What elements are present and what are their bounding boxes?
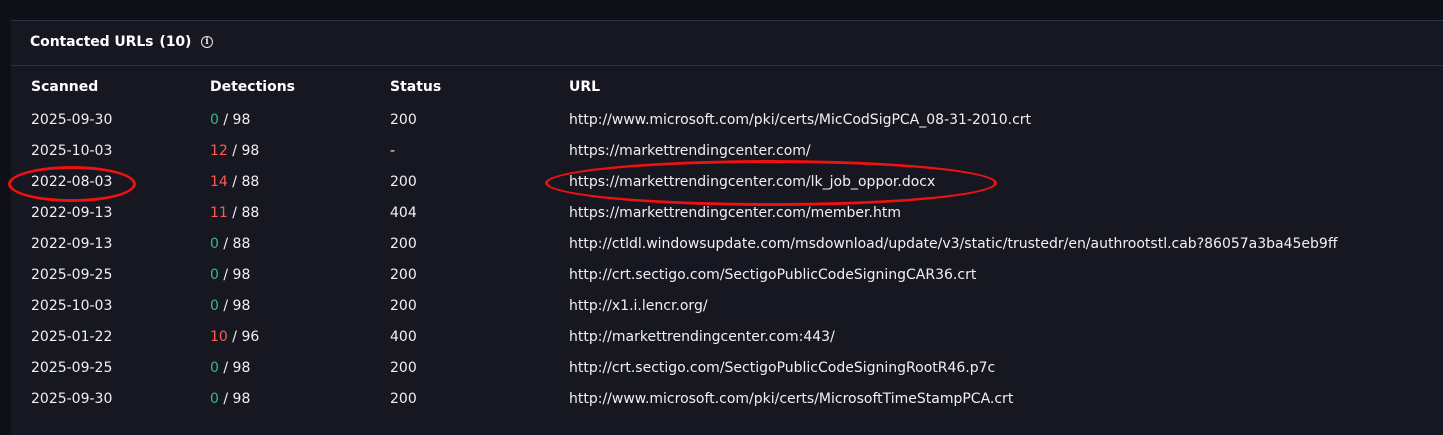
status-code: - xyxy=(390,143,396,159)
url-link[interactable]: https://markettrendingcenter.com/member.… xyxy=(569,205,901,221)
scanned-date: 2022-09-13 xyxy=(31,205,113,221)
detections[interactable]: 0 / 98 xyxy=(210,267,250,283)
status-code: 200 xyxy=(390,267,417,283)
detections-total: / 98 xyxy=(218,298,251,314)
detections-count: 10 xyxy=(210,329,228,345)
detections[interactable]: 0 / 98 xyxy=(210,112,250,128)
scanned-date: 2025-10-03 xyxy=(31,143,113,159)
contacted-urls-panel: Contacted URLs (10) i Scanned Detections … xyxy=(8,21,1443,435)
table-row[interactable]: 2022-09-13 0 / 88 200 http://ctldl.windowsu… xyxy=(11,229,1443,260)
scanned-date: 2025-10-03 xyxy=(31,298,113,314)
url-link[interactable]: http://www.microsoft.com/pki/certs/MicCo… xyxy=(569,112,1031,128)
table-row[interactable]: 2025-09-25 0 / 98 200 http://crt.sectigo.co… xyxy=(11,353,1443,384)
page: Contacted URLs (10) i Scanned Detections … xyxy=(0,0,1443,435)
panel-header: Contacted URLs (10) i xyxy=(11,21,1443,66)
status-code: 200 xyxy=(390,236,417,252)
scanned-date: 2025-09-30 xyxy=(31,112,113,128)
status-code: 200 xyxy=(390,391,417,407)
detections-count: 0 xyxy=(210,391,219,407)
column-header-status[interactable]: Status xyxy=(390,79,441,95)
detections-count: 0 xyxy=(210,298,219,314)
table-row[interactable]: 2022-08-03 14 / 88 200 https://markettrendi… xyxy=(11,167,1443,198)
detections-count: 0 xyxy=(210,112,219,128)
detections[interactable]: 11 / 88 xyxy=(210,205,259,221)
detections[interactable]: 14 / 88 xyxy=(210,174,259,190)
scanned-date: 2025-01-22 xyxy=(31,329,113,345)
detections-total: / 98 xyxy=(218,112,251,128)
scanned-date: 2022-09-13 xyxy=(31,236,113,252)
detections[interactable]: 0 / 98 xyxy=(210,391,250,407)
info-icon[interactable]: i xyxy=(201,36,213,48)
column-header-scanned[interactable]: Scanned xyxy=(31,79,98,95)
detections[interactable]: 0 / 88 xyxy=(210,236,250,252)
table-row[interactable]: 2025-01-22 10 / 96 400 http://markettrendin… xyxy=(11,322,1443,353)
status-code: 200 xyxy=(390,112,417,128)
status-code: 200 xyxy=(390,360,417,376)
detections-count: 14 xyxy=(210,174,228,190)
url-link[interactable]: http://crt.sectigo.com/SectigoPublicCode… xyxy=(569,267,976,283)
detections-total: / 98 xyxy=(227,143,260,159)
detections-count: 0 xyxy=(210,267,219,283)
detections-count: 11 xyxy=(210,205,228,221)
detections-total: / 88 xyxy=(218,236,251,252)
table-row[interactable]: 2025-09-30 0 / 98 200 http://www.microsoft.… xyxy=(11,384,1443,415)
section-count: (10) xyxy=(159,34,192,50)
detections-count: 0 xyxy=(210,360,219,376)
url-link[interactable]: https://markettrendingcenter.com/lk_job_… xyxy=(569,174,935,190)
url-link[interactable]: http://crt.sectigo.com/SectigoPublicCode… xyxy=(569,360,995,376)
url-link[interactable]: http://www.microsoft.com/pki/certs/Micro… xyxy=(569,391,1013,407)
url-link[interactable]: http://x1.i.lencr.org/ xyxy=(569,298,708,314)
table-row[interactable]: 2025-09-25 0 / 98 200 http://crt.sectigo.co… xyxy=(11,260,1443,291)
section-title: Contacted URLs (10) xyxy=(30,34,191,50)
detections[interactable]: 10 / 96 xyxy=(210,329,259,345)
detections[interactable]: 0 / 98 xyxy=(210,298,250,314)
detections-total: / 88 xyxy=(227,205,260,221)
status-code: 404 xyxy=(390,205,417,221)
detections-total: / 88 xyxy=(227,174,260,190)
detections-total: / 98 xyxy=(218,360,251,376)
section-title-label: Contacted URLs xyxy=(30,34,154,50)
table-row[interactable]: 2025-10-03 0 / 98 200 http://x1.i.lencr.org… xyxy=(11,291,1443,322)
detections-count: 0 xyxy=(210,236,219,252)
scanned-date: 2025-09-25 xyxy=(31,360,113,376)
table-row[interactable]: 2025-10-03 12 / 98 - https://markettrending… xyxy=(11,136,1443,167)
scanned-date: 2022-08-03 xyxy=(31,174,113,190)
detections-total: / 96 xyxy=(227,329,260,345)
url-link[interactable]: https://markettrendingcenter.com/ xyxy=(569,143,811,159)
status-code: 400 xyxy=(390,329,417,345)
detections-total: / 98 xyxy=(218,267,251,283)
url-link[interactable]: http://ctldl.windowsupdate.com/msdownloa… xyxy=(569,236,1337,252)
status-code: 200 xyxy=(390,298,417,314)
scanned-date: 2025-09-30 xyxy=(31,391,113,407)
column-header-detections[interactable]: Detections xyxy=(210,79,295,95)
detections[interactable]: 0 / 98 xyxy=(210,360,250,376)
detections-count: 12 xyxy=(210,143,228,159)
table-row[interactable]: 2025-09-30 0 / 98 200 http://www.microsoft.… xyxy=(11,105,1443,136)
scanned-date: 2025-09-25 xyxy=(31,267,113,283)
status-code: 200 xyxy=(390,174,417,190)
url-link[interactable]: http://markettrendingcenter.com:443/ xyxy=(569,329,835,345)
detections[interactable]: 12 / 98 xyxy=(210,143,259,159)
table-row[interactable]: 2022-09-13 11 / 88 404 https://markettrendi… xyxy=(11,198,1443,229)
detections-total: / 98 xyxy=(218,391,251,407)
column-header-url[interactable]: URL xyxy=(569,79,600,95)
